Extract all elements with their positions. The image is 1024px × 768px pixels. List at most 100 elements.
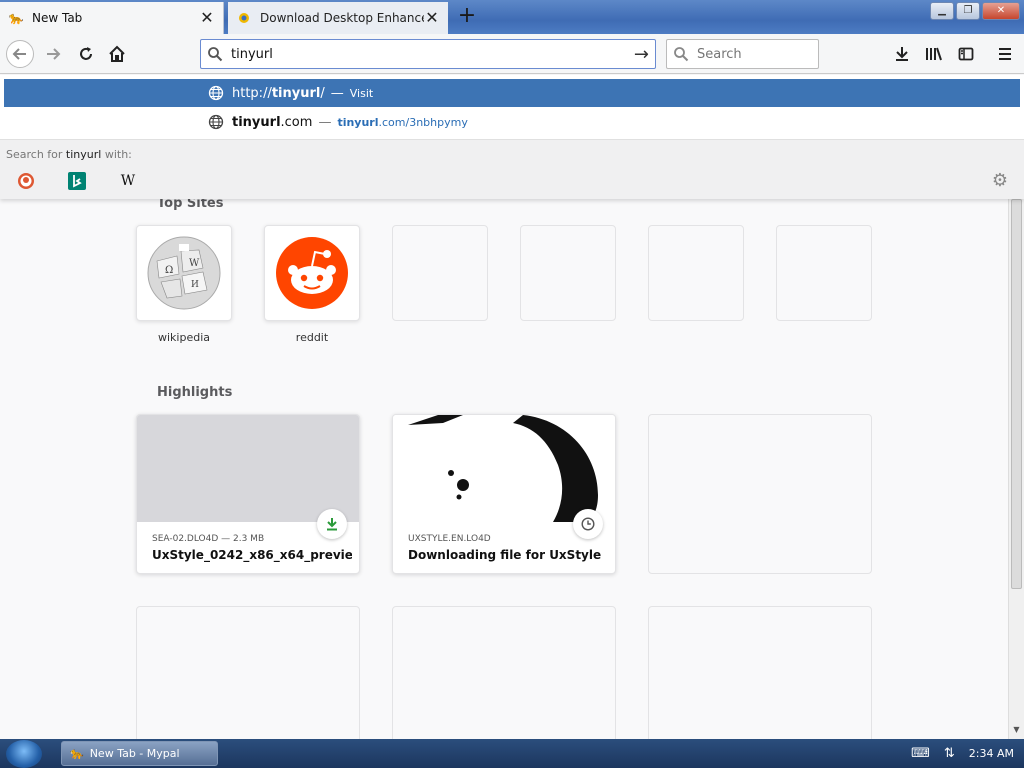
tab-title: Download Desktop Enhanceme [260,11,424,25]
back-arrow-icon [12,48,26,60]
url-bar[interactable]: tinyurl → [200,39,656,69]
one-off-label: Search for tinyurl with: [6,148,132,161]
suggestion-prefix: http:// [232,85,272,101]
mypal-logo-icon: 🐆 [70,747,84,760]
scroll-down-arrow-icon[interactable]: ▼ [1011,725,1022,737]
svg-text:Ω: Ω [165,265,173,276]
network-icon[interactable]: ⇅ [944,746,955,761]
globe-icon [208,114,224,130]
window-controls: ▁ ❐ ✕ [930,2,1020,20]
one-off-label-suffix: with: [101,148,132,161]
close-tab-icon[interactable]: ✕ [199,10,215,26]
library-icon [926,47,942,61]
new-tab-page: Top Sites Ω W И wikipedia reddit Highlig… [0,196,1010,766]
top-site-empty [520,225,616,321]
one-off-label-prefix: Search for [6,148,66,161]
search-icon [674,47,689,62]
suggestion-url-rest: .com/3nbhpymy [378,115,468,129]
download-icon [317,509,347,539]
suggestion-suffix: / [320,85,325,101]
bing-icon[interactable] [67,171,87,191]
search-icon [208,47,223,62]
sidebar-button[interactable] [952,40,980,68]
start-button[interactable] [6,740,42,768]
hamburger-menu-icon [999,48,1011,60]
highlight-title: UxStyle_0242_x86_x64_preview... [152,548,352,562]
suggestion-history[interactable]: tinyurl .com — tinyurl.com/3nbhpymy [4,108,1020,136]
tab-new-tab[interactable]: 🐆 New Tab ✕ [0,2,224,34]
go-arrow-icon[interactable]: → [634,44,649,65]
top-site-label: wikipedia [157,331,210,344]
taskbar-item-label: New Tab - Mypal [89,747,180,760]
highlight-title: Downloading file for UxStyle [408,548,602,562]
downloads-button[interactable] [888,40,916,68]
highlight-card[interactable]: SEA-02.DLO4D — 2.3 MB UxStyle_0242_x86_x… [136,414,360,574]
tab-strip: 🐆 New Tab ✕ Download Desktop Enhanceme ✕… [0,0,1024,34]
suggestion-match: tinyurl [232,114,281,130]
back-button[interactable] [6,40,34,68]
suggestion-visit[interactable]: http://tinyurl / — Visit [4,79,1020,107]
reddit-logo-icon [276,237,348,309]
top-site-label: reddit [295,331,329,344]
reload-icon [80,47,92,60]
top-site-reddit[interactable] [264,225,360,321]
svg-text:И: И [191,280,199,290]
highlights-title: Highlights [157,385,233,400]
minimize-button[interactable]: ▁ [930,2,954,20]
search-bar[interactable] [666,39,819,69]
highlight-thumbnail [137,415,359,522]
top-site-empty [776,225,872,321]
home-icon [109,45,125,62]
highlight-thumbnail [393,415,615,522]
top-site-wikipedia[interactable]: Ω W И [136,225,232,321]
scrollbar-thumb[interactable] [1011,199,1022,589]
keyboard-icon[interactable]: ⌨ [911,746,930,761]
suggestion-match: tinyurl [271,85,321,101]
separator-dash: — [318,114,332,130]
top-site-empty [648,225,744,321]
highlight-meta: UXSTYLE.EN.LO4D [408,534,491,544]
system-tray: ⌨ ⇅ 2:34 AM [874,739,1024,768]
suggestion-url: tinyurl.com/3nbhpymy [337,116,467,129]
clock-icon [573,509,603,539]
one-off-term: tinyurl [65,148,102,161]
duckduckgo-icon[interactable] [16,171,36,191]
highlight-meta: SEA-02.DLO4D — 2.3 MB [152,534,265,544]
search-input[interactable] [697,46,807,62]
taskbar-item-mypal[interactable]: 🐆 New Tab - Mypal [61,741,218,766]
menu-button[interactable] [991,40,1019,68]
clock-time[interactable]: 2:34 AM [969,747,1014,760]
highlight-card[interactable]: UXSTYLE.EN.LO4D Downloading file for UxS… [392,414,616,574]
download-icon [896,47,908,61]
wikipedia-globe-icon: Ω W И [147,236,221,310]
dlo4d-logo-icon [236,10,252,26]
globe-icon [208,85,224,101]
suggestion-url-match: tinyurl [337,115,379,129]
gear-icon[interactable]: ⚙ [992,170,1008,191]
mypal-logo-icon: 🐆 [8,11,24,25]
windows-taskbar: 🐆 New Tab - Mypal ⌨ ⇅ 2:34 AM [0,739,1024,768]
suggestion-suffix: .com [280,114,313,130]
top-site-empty [392,225,488,321]
highlight-empty [648,414,872,574]
navigation-toolbar: tinyurl → [0,34,1024,74]
new-tab-button[interactable]: + [454,4,480,30]
url-input[interactable]: tinyurl [231,47,634,62]
maximize-button[interactable]: ❐ [956,2,980,20]
home-button[interactable] [103,40,131,68]
wikipedia-icon[interactable]: W [118,171,138,191]
url-autocomplete-popup: http://tinyurl / — Visit tinyurl .com — ti… [0,75,1024,199]
close-window-button[interactable]: ✕ [982,2,1020,20]
suggestion-action: Visit [349,86,374,100]
svg-text:W: W [189,258,200,269]
one-off-search-bar: Search for tinyurl with: W ⚙ [0,139,1024,199]
tab-title: New Tab [32,11,83,25]
library-button[interactable] [920,40,948,68]
close-tab-icon[interactable]: ✕ [424,10,440,26]
sidebar-icon [958,47,974,61]
reload-button[interactable] [72,40,100,68]
tab-download[interactable]: Download Desktop Enhanceme ✕ [228,2,448,34]
separator-dash: — [330,85,344,101]
vertical-scrollbar[interactable]: ▼ [1008,199,1024,739]
forward-button[interactable] [39,40,67,68]
